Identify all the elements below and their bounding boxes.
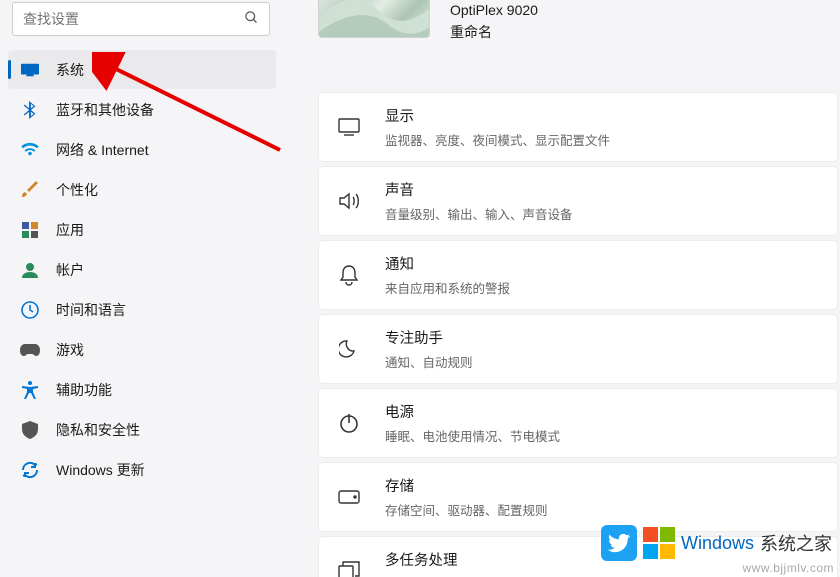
- card-subtitle: 监视器、亮度、夜间模式、显示配置文件: [385, 130, 610, 149]
- card-title: 显示: [385, 105, 610, 126]
- card-title: 电源: [385, 401, 560, 422]
- system-card-list: 显示 监视器、亮度、夜间模式、显示配置文件 声音 音量级别、输出、输入、声音设备: [318, 92, 840, 577]
- device-header: OptiPlex 9020 重命名: [318, 0, 840, 68]
- card-subtitle: 音量级别、输出、输入、声音设备: [385, 204, 573, 223]
- brand-text-b: 系统之家: [760, 530, 832, 556]
- sidebar-item-label: 游戏: [56, 340, 84, 360]
- sidebar-nav: 系统 蓝牙和其他设备 网络 & Internet 个性化: [8, 50, 276, 489]
- card-subtitle: 通知、自动规则: [385, 352, 473, 371]
- card-notifications[interactable]: 通知 来自应用和系统的警报: [318, 240, 838, 310]
- search-box[interactable]: [12, 2, 270, 36]
- sidebar-item-bluetooth[interactable]: 蓝牙和其他设备: [8, 90, 276, 129]
- sidebar-item-personalization[interactable]: 个性化: [8, 170, 276, 209]
- card-power[interactable]: 电源 睡眠、电池使用情况、节电模式: [318, 388, 838, 458]
- gaming-icon: [20, 340, 40, 360]
- sidebar-item-accounts[interactable]: 帐户: [8, 250, 276, 289]
- card-storage[interactable]: 存储 存储空间、驱动器、配置规则: [318, 462, 838, 532]
- brand-text-a: Windows: [681, 533, 754, 554]
- windows-flag-icon: [643, 527, 675, 559]
- multitask-icon: [337, 559, 361, 577]
- sidebar-item-label: 个性化: [56, 180, 98, 200]
- sidebar-item-network[interactable]: 网络 & Internet: [8, 130, 276, 169]
- card-focus-assist[interactable]: 专注助手 通知、自动规则: [318, 314, 838, 384]
- windows-family-logo: Windows 系统之家: [643, 527, 832, 559]
- clock-globe-icon: [20, 300, 40, 320]
- card-display[interactable]: 显示 监视器、亮度、夜间模式、显示配置文件: [318, 92, 838, 162]
- power-icon: [337, 411, 361, 435]
- sidebar-item-gaming[interactable]: 游戏: [8, 330, 276, 369]
- update-icon: [20, 460, 40, 480]
- sidebar-item-privacy[interactable]: 隐私和安全性: [8, 410, 276, 449]
- brush-icon: [20, 180, 40, 200]
- sidebar-item-label: 时间和语言: [56, 300, 126, 320]
- sidebar-item-apps[interactable]: 应用: [8, 210, 276, 249]
- sidebar-item-label: 蓝牙和其他设备: [56, 100, 154, 120]
- sidebar-item-label: 隐私和安全性: [56, 420, 140, 440]
- apps-icon: [20, 220, 40, 240]
- sidebar-item-windows-update[interactable]: Windows 更新: [8, 450, 276, 489]
- twitter-app-icon: [601, 525, 637, 561]
- sidebar-item-label: 系统: [56, 60, 84, 80]
- card-title: 存储: [385, 475, 548, 496]
- sidebar-item-time-language[interactable]: 时间和语言: [8, 290, 276, 329]
- sidebar-item-system[interactable]: 系统: [8, 50, 276, 89]
- accessibility-icon: [20, 380, 40, 400]
- branding-logos: Windows 系统之家: [601, 525, 832, 561]
- moon-icon: [337, 337, 361, 361]
- card-subtitle: 来自应用和系统的警报: [385, 278, 510, 297]
- card-title: 多任务处理: [385, 549, 535, 570]
- storage-icon: [337, 485, 361, 509]
- bell-icon: [337, 263, 361, 287]
- card-title: 声音: [385, 179, 573, 200]
- card-subtitle: 存储空间、驱动器、配置规则: [385, 500, 548, 519]
- system-icon: [20, 60, 40, 80]
- wifi-icon: [20, 140, 40, 160]
- shield-icon: [20, 420, 40, 440]
- person-icon: [20, 260, 40, 280]
- device-wallpaper-thumb: [318, 0, 430, 38]
- card-title: 专注助手: [385, 327, 473, 348]
- card-sound[interactable]: 声音 音量级别、输出、输入、声音设备: [318, 166, 838, 236]
- bluetooth-icon: [20, 100, 40, 120]
- sidebar-item-label: 网络 & Internet: [56, 140, 149, 160]
- display-icon: [337, 115, 361, 139]
- sidebar-item-accessibility[interactable]: 辅助功能: [8, 370, 276, 409]
- card-subtitle: 睡眠、电池使用情况、节电模式: [385, 426, 560, 445]
- search-icon: [244, 10, 259, 28]
- rename-link[interactable]: 重命名: [450, 22, 538, 42]
- sidebar-item-label: 应用: [56, 220, 84, 240]
- search-input[interactable]: [23, 11, 244, 27]
- sound-icon: [337, 189, 361, 213]
- sidebar-item-label: 帐户: [56, 260, 84, 280]
- sidebar-item-label: 辅助功能: [56, 380, 112, 400]
- card-title: 通知: [385, 253, 510, 274]
- device-model: OptiPlex 9020: [450, 2, 538, 18]
- watermark: www.bjjmlv.com: [743, 561, 834, 575]
- sidebar-item-label: Windows 更新: [56, 460, 145, 480]
